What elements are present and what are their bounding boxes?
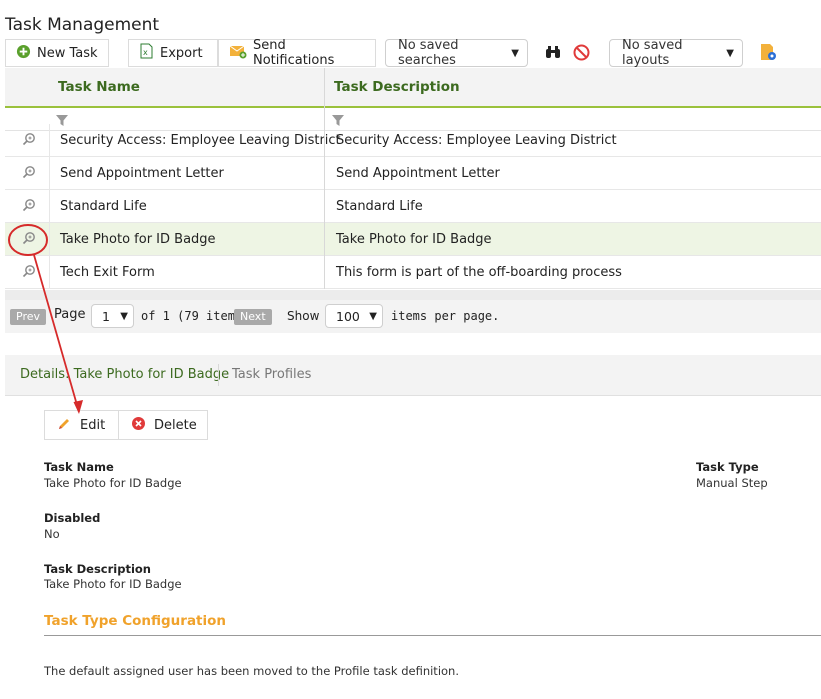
annotation-circle [8, 224, 48, 256]
annotation-arrowhead [73, 400, 83, 414]
annotation-arrow [33, 254, 80, 413]
annotation-overlay [8, 224, 83, 414]
